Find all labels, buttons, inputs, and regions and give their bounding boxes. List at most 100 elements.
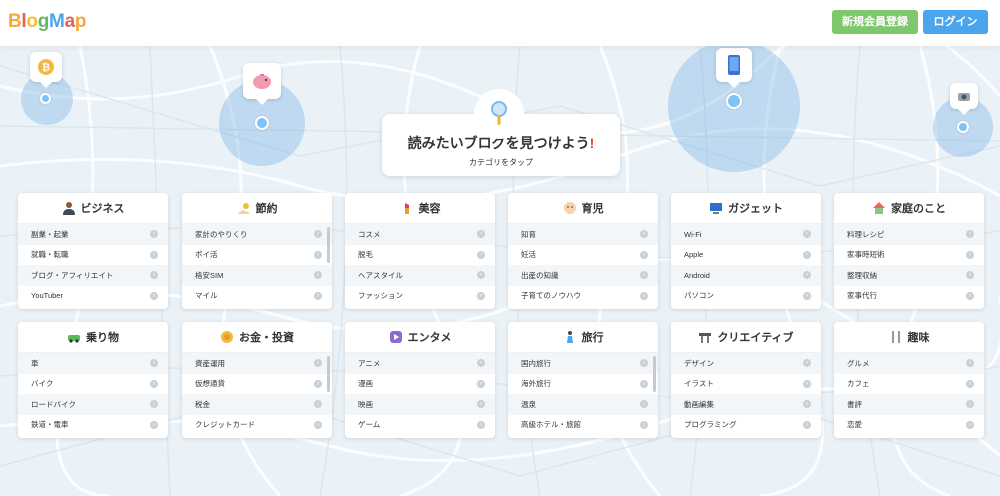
category-item[interactable]: 仮想通貨 ›: [182, 374, 332, 395]
category-card-header[interactable]: エンタメ: [345, 322, 495, 353]
category-item[interactable]: デザイン ›: [671, 353, 821, 374]
category-item[interactable]: 格安SIM ›: [182, 265, 332, 286]
category-item[interactable]: 就職・転職 ›: [18, 245, 168, 266]
category-item[interactable]: 高級ホテル・旅館 ›: [508, 415, 658, 436]
category-item-label: 知育: [521, 229, 536, 239]
category-item-label: 出産の知識: [521, 270, 559, 280]
map-pin-dot[interactable]: [40, 93, 51, 104]
category-card: 育児 知育 › 妊活 › 出産の知識 › 子育てのノウハウ ›: [508, 193, 658, 309]
map-pin-piggybank[interactable]: [243, 63, 281, 105]
login-button[interactable]: ログイン: [923, 10, 988, 34]
category-item[interactable]: 料理レシピ ›: [834, 224, 984, 245]
chevron-right-icon: ›: [803, 250, 811, 259]
chevron-right-icon: ›: [314, 420, 322, 429]
category-item[interactable]: ポイ活 ›: [182, 245, 332, 266]
category-item[interactable]: バイク ›: [18, 374, 168, 395]
category-item[interactable]: プログラミング ›: [671, 415, 821, 436]
map-pin-dot[interactable]: [957, 121, 969, 133]
category-item[interactable]: 国内旅行 ›: [508, 353, 658, 374]
category-item[interactable]: 書評 ›: [834, 394, 984, 415]
category-item[interactable]: 子育てのノウハウ ›: [508, 286, 658, 307]
category-item[interactable]: ブログ・アフィリエイト ›: [18, 265, 168, 286]
category-card-header[interactable]: 趣味: [834, 322, 984, 353]
map-pin-bitcoin[interactable]: ₿: [30, 52, 62, 88]
category-item[interactable]: 映画 ›: [345, 394, 495, 415]
category-item[interactable]: マイル ›: [182, 286, 332, 307]
chevron-right-icon: ›: [966, 420, 974, 429]
category-item[interactable]: クレジットカード ›: [182, 415, 332, 436]
category-item[interactable]: 漫画 ›: [345, 374, 495, 395]
chevron-right-icon: ›: [803, 291, 811, 300]
category-card-header[interactable]: 節約: [182, 193, 332, 224]
category-item[interactable]: YouTuber ›: [18, 286, 168, 307]
category-card-header[interactable]: ガジェット: [671, 193, 821, 224]
category-item[interactable]: 妊活 ›: [508, 245, 658, 266]
category-item[interactable]: Wi-Fi ›: [671, 224, 821, 245]
category-item[interactable]: コスメ ›: [345, 224, 495, 245]
chevron-right-icon: ›: [477, 420, 485, 429]
category-item[interactable]: グルメ ›: [834, 353, 984, 374]
map-pin-smartphone[interactable]: [716, 48, 752, 88]
category-item[interactable]: 車 ›: [18, 353, 168, 374]
category-item[interactable]: 家事代行 ›: [834, 286, 984, 307]
category-title: 乗り物: [86, 332, 119, 344]
category-item-label: ブログ・アフィリエイト: [31, 270, 114, 280]
category-item[interactable]: 脱毛 ›: [345, 245, 495, 266]
category-item[interactable]: パソコン ›: [671, 286, 821, 307]
register-button[interactable]: 新規会員登録: [832, 10, 918, 34]
chevron-right-icon: ›: [314, 271, 322, 280]
category-item[interactable]: 温泉 ›: [508, 394, 658, 415]
map-pin-dot[interactable]: [726, 93, 742, 109]
map-pin-camera[interactable]: [950, 83, 978, 115]
category-item[interactable]: ファッション ›: [345, 286, 495, 307]
category-card-header[interactable]: 乗り物: [18, 322, 168, 353]
category-item[interactable]: カフェ ›: [834, 374, 984, 395]
category-item[interactable]: 家事時短術 ›: [834, 245, 984, 266]
scrollbar[interactable]: [327, 356, 330, 392]
category-card-header[interactable]: 旅行: [508, 322, 658, 353]
category-item[interactable]: 海外旅行 ›: [508, 374, 658, 395]
chevron-right-icon: ›: [314, 291, 322, 300]
category-item[interactable]: ゲーム ›: [345, 415, 495, 436]
category-item[interactable]: ロードバイク ›: [18, 394, 168, 415]
map-pin-dot[interactable]: [255, 116, 269, 130]
category-item-label: 書評: [847, 399, 862, 409]
category-item[interactable]: Apple ›: [671, 245, 821, 266]
site-header: BlogMap 新規会員登録 ログイン: [0, 0, 1000, 46]
category-item[interactable]: 家計のやりくり ›: [182, 224, 332, 245]
category-item[interactable]: 出産の知識 ›: [508, 265, 658, 286]
category-card-header[interactable]: お金・投資: [182, 322, 332, 353]
category-card: お金・投資 資産運用 › 仮想通貨 › 税金 › クレジットカード ›: [182, 322, 332, 438]
category-item[interactable]: アニメ ›: [345, 353, 495, 374]
category-card-header[interactable]: ビジネス: [18, 193, 168, 224]
category-list: コスメ › 脱毛 › ヘアスタイル › ファッション ›: [345, 224, 495, 306]
category-item[interactable]: 知育 ›: [508, 224, 658, 245]
category-item-label: ヘアスタイル: [358, 270, 403, 280]
category-item[interactable]: 資産運用 ›: [182, 353, 332, 374]
category-card: ガジェット Wi-Fi › Apple › Android › パソコン ›: [671, 193, 821, 309]
category-card-header[interactable]: クリエイティブ: [671, 322, 821, 353]
category-item-label: 家事時短術: [847, 250, 885, 260]
category-item[interactable]: 鉄道・電車 ›: [18, 415, 168, 436]
logo-letter: p: [74, 11, 87, 32]
category-item-label: マイル: [195, 291, 218, 301]
scrollbar[interactable]: [327, 227, 330, 263]
category-card-header[interactable]: 美容: [345, 193, 495, 224]
chevron-right-icon: ›: [150, 400, 158, 409]
house-icon: [872, 201, 886, 215]
category-item[interactable]: 副業・起業 ›: [18, 224, 168, 245]
category-item[interactable]: 恋愛 ›: [834, 415, 984, 436]
category-card-header[interactable]: 家庭のこと: [834, 193, 984, 224]
scrollbar[interactable]: [653, 356, 656, 392]
category-card-header[interactable]: 育児: [508, 193, 658, 224]
category-item-label: 家計のやりくり: [195, 229, 248, 239]
category-item[interactable]: イラスト ›: [671, 374, 821, 395]
logo[interactable]: BlogMap: [8, 11, 86, 33]
category-item[interactable]: ヘアスタイル ›: [345, 265, 495, 286]
logo-letter: a: [64, 11, 76, 32]
category-item[interactable]: 整理収納 ›: [834, 265, 984, 286]
hero-icon-wrap: [474, 89, 524, 139]
category-item[interactable]: 税金 ›: [182, 394, 332, 415]
category-item[interactable]: Android ›: [671, 265, 821, 286]
category-item[interactable]: 動画編集 ›: [671, 394, 821, 415]
